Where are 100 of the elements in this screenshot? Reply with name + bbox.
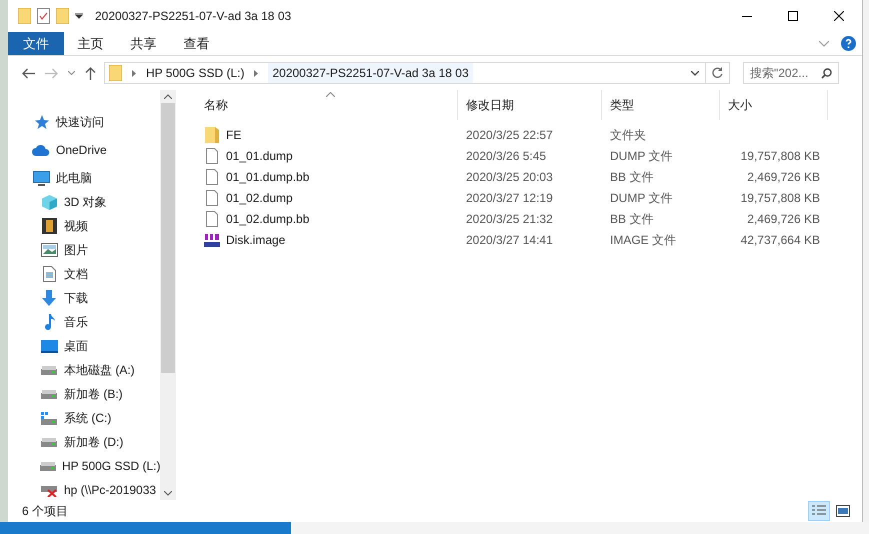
nav-item[interactable]: hp (\\Pc-2019033 <box>8 478 160 500</box>
folder-icon <box>109 65 122 81</box>
cube-icon <box>40 194 58 210</box>
column-header[interactable]: 修改日期 <box>458 90 602 120</box>
type-cell-text: IMAGE 文件 <box>609 232 678 248</box>
properties-icon <box>37 8 50 24</box>
search-icon <box>821 68 832 78</box>
file-name: 01_01.dump <box>226 148 293 164</box>
date-cell-text: 2020/3/25 21:32 <box>465 210 554 228</box>
column-header[interactable]: 类型 <box>602 90 720 120</box>
address-bar[interactable]: HP 500G SSD (L:) 20200327-PS2251-07-V-ad 3a 18 03 <box>104 62 730 84</box>
file-name: Disk.image <box>226 232 286 248</box>
cloud-icon <box>32 144 50 156</box>
chevron-right-icon <box>132 70 136 76</box>
forward-arrow-icon <box>45 68 58 78</box>
chevron-right-icon <box>254 70 258 76</box>
file-row[interactable]: 01_01.dump.bb 2020/3/25 20:03 BB 文件 2,469,726 KB <box>196 166 862 187</box>
computer-icon <box>32 170 50 186</box>
back-arrow-icon <box>22 68 35 78</box>
nav-item[interactable]: 图片 <box>8 238 160 262</box>
scroll-down-icon <box>164 491 172 496</box>
nav-item[interactable]: 本地磁盘 (A:) <box>8 358 160 382</box>
scrollbar[interactable] <box>160 90 176 500</box>
file-icon <box>206 210 218 226</box>
nav-item[interactable]: OneDrive <box>8 138 160 162</box>
ribbon-tab[interactable]: 查看 <box>170 32 223 55</box>
file-icon <box>206 190 218 206</box>
size-cell-text: 2,469,726 KB <box>747 168 820 186</box>
refresh-icon <box>712 67 723 79</box>
nav-item[interactable]: 桌面 <box>8 334 160 358</box>
column-header[interactable]: 名称 <box>196 90 458 120</box>
pin-star-icon <box>33 114 49 130</box>
details-view-button[interactable] <box>808 501 830 521</box>
ribbon-tab[interactable]: 共享 <box>117 32 170 55</box>
help-icon <box>841 36 856 51</box>
close-icon <box>834 11 844 21</box>
size-cell-text: 2,469,726 KB <box>747 210 820 228</box>
file-row[interactable]: 01_02.dump 2020/3/27 12:19 DUMP 文件 19,757,808 KB <box>196 187 862 208</box>
date-cell-text: 2020/3/25 20:03 <box>465 168 554 186</box>
nav-item[interactable]: 下载 <box>8 286 160 310</box>
nav-item[interactable]: 文档 <box>8 262 160 286</box>
file-name: 01_02.dump <box>226 190 293 206</box>
nav-item[interactable]: 新加卷 (B:) <box>8 382 160 406</box>
nav-item[interactable]: 新加卷 (D:) <box>8 430 160 454</box>
file-name: 01_02.dump.bb <box>226 210 310 228</box>
ribbon-tab[interactable]: 文件 <box>8 32 64 55</box>
system-drive-icon <box>41 412 57 424</box>
nav-item[interactable]: 视频 <box>8 214 160 238</box>
type-cell-text: DUMP 文件 <box>609 190 674 206</box>
up-arrow-icon <box>85 66 96 80</box>
desktop-icon <box>40 340 58 352</box>
nav-item[interactable]: 音乐 <box>8 310 160 334</box>
size-cell-text: 19,757,808 KB <box>740 190 820 206</box>
type-cell-text: BB 文件 <box>609 168 654 186</box>
date-cell-text: 2020/3/25 22:57 <box>465 126 554 144</box>
file-name: 01_01.dump.bb <box>226 168 310 186</box>
file-row[interactable]: 01_02.dump.bb 2020/3/25 21:32 BB 文件 2,469,726 KB <box>196 208 862 229</box>
disconnected-drive-icon <box>41 484 57 496</box>
scroll-up-icon <box>164 94 172 99</box>
new-folder-icon <box>56 8 69 24</box>
drive-icon <box>41 438 57 446</box>
nav-item[interactable]: HP 500G SSD (L:) <box>8 454 160 478</box>
type-cell-text: BB 文件 <box>609 210 654 228</box>
dropdown-icon <box>75 13 83 19</box>
file-name: FE <box>226 126 242 144</box>
status-text: 6 个项目 <box>22 503 68 520</box>
column-header[interactable]: 大小 <box>720 90 828 120</box>
type-cell-text: 文件夹 <box>609 126 647 144</box>
chevron-down-icon <box>691 70 699 76</box>
nav-item[interactable]: 3D 对象 <box>8 190 160 214</box>
nav-item[interactable]: 系统 (C:) <box>8 406 160 430</box>
type-cell-text: DUMP 文件 <box>609 148 674 164</box>
file-icon <box>206 148 218 164</box>
file-row[interactable]: Disk.image 2020/3/27 14:41 IMAGE 文件 42,737,664 KB <box>196 229 862 250</box>
date-cell-text: 2020/3/27 14:41 <box>465 232 554 248</box>
file-row[interactable]: FE 2020/3/25 22:57 文件夹 <box>196 124 862 145</box>
size-cell-text: 42,737,664 KB <box>740 232 820 248</box>
drive-icon <box>40 462 56 470</box>
nav-item[interactable]: 快速访问 <box>8 110 160 134</box>
down-arrow-icon <box>41 290 57 306</box>
folder-icon <box>18 8 31 24</box>
nav-item[interactable]: 此电脑 <box>8 166 160 190</box>
chevron-down-icon <box>68 71 75 75</box>
size-cell-text: 19,757,808 KB <box>740 148 820 164</box>
chevron-down-icon <box>819 40 829 46</box>
hex-editor-icon <box>204 232 220 246</box>
maximize-icon <box>788 11 798 21</box>
breadcrumb[interactable]: HP 500G SSD (L:) <box>146 63 244 83</box>
file-row[interactable]: 01_01.dump 2020/3/26 5:45 DUMP 文件 19,757,808 KB <box>196 145 862 166</box>
ribbon-tab[interactable]: 主页 <box>64 32 117 55</box>
file-icon <box>206 168 218 184</box>
image-icon <box>40 243 58 257</box>
list-view-icon <box>812 505 826 517</box>
search-input[interactable]: 搜索"202... <box>750 64 814 82</box>
breadcrumb[interactable]: 20200327-PS2251-07-V-ad 3a 18 03 <box>268 63 473 83</box>
film-icon <box>42 218 56 234</box>
date-cell-text: 2020/3/26 5:45 <box>465 148 548 164</box>
date-cell-text: 2020/3/27 12:19 <box>465 190 554 206</box>
search-field[interactable]: 搜索"202... <box>743 62 839 84</box>
music-note-icon <box>43 314 55 330</box>
